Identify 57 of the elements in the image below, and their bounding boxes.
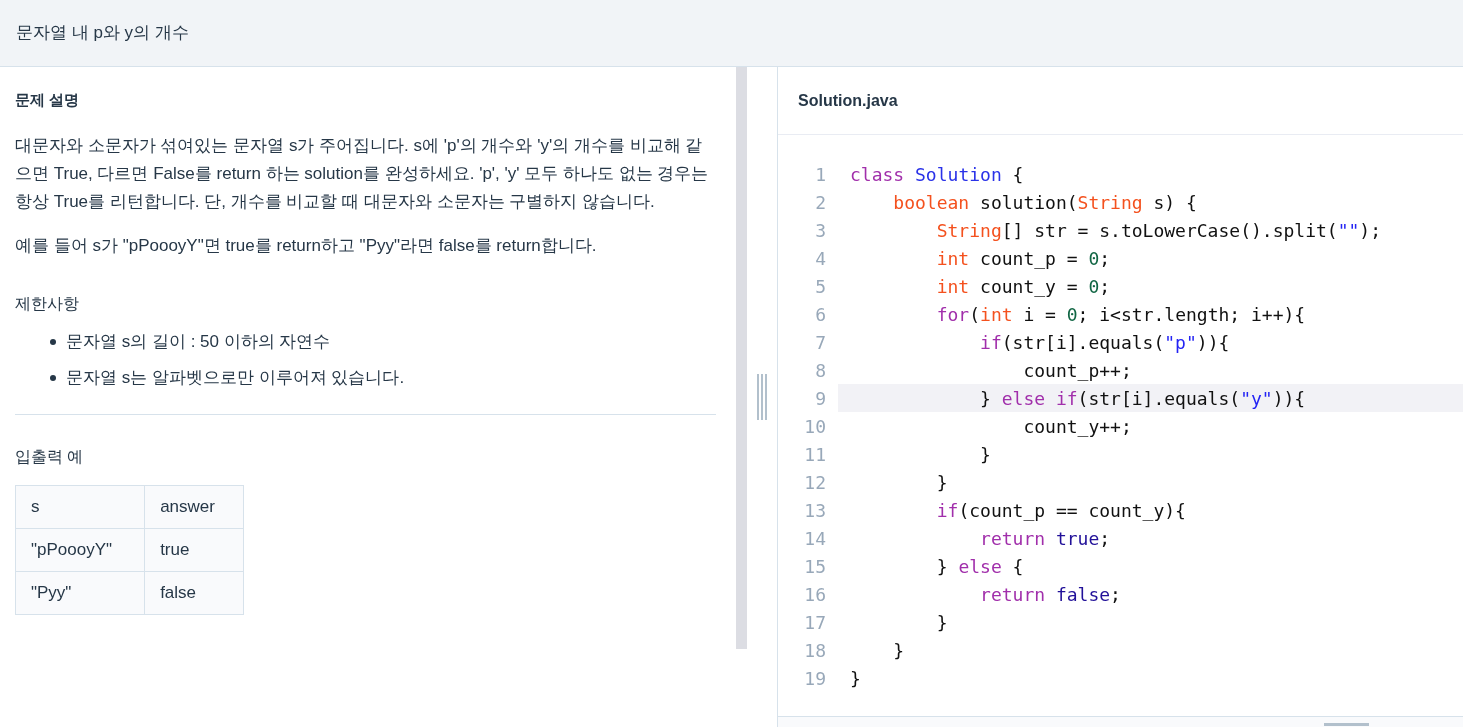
code-line: return false; <box>979 582 1122 607</box>
code-line: boolean solution(String s) { <box>892 190 1198 215</box>
line-number: 19 <box>803 666 826 691</box>
code-line: count_y++; <box>1022 414 1133 439</box>
code-line: int count_y = 0; <box>935 274 1112 299</box>
line-number: 16 <box>803 582 826 607</box>
page-title: 문자열 내 p와 y의 개수 <box>16 22 189 45</box>
line-number: 11 <box>803 442 826 467</box>
code-line: } <box>935 470 949 495</box>
bullet-icon <box>50 374 56 381</box>
section-heading: 입출력 예 <box>15 446 85 467</box>
table-cell: true <box>144 528 244 571</box>
line-number: 1 <box>814 162 826 187</box>
line-number: 6 <box>814 302 826 327</box>
line-number: 10 <box>803 414 826 439</box>
line-number: 12 <box>803 470 826 495</box>
line-number: 7 <box>814 330 826 355</box>
horizontal-scrollbar-thumb[interactable] <box>1324 723 1369 726</box>
line-number: 14 <box>803 526 826 551</box>
line-number: 18 <box>803 638 826 663</box>
code-line: } <box>892 638 906 663</box>
code-line: int count_p = 0; <box>935 246 1112 271</box>
table-header-cell: s <box>15 485 145 528</box>
code-line: count_p++; <box>1022 358 1133 383</box>
line-number: 15 <box>803 554 826 579</box>
table-cell: "Pyy" <box>15 571 145 614</box>
code-line: for(int i = 0; i<str.length; i++){ <box>935 302 1307 327</box>
code-line: class Solution { <box>849 162 1025 187</box>
description-paragraph: 대문자와 소문자가 섞여있는 문자열 s가 주어집니다. s에 'p'의 개수와 'y'의 개수를 비교해 같으면 True, 다르면 False를 return 하는 solution를 완성하세요. 'p', 'y' 모두 하나도 없는 경우는 항상 True를 리턴합니다. 단, 개수를 비교할 때 대문자와 소문자는 구별하지 않습니다. <box>15 134 710 213</box>
line-number: 17 <box>803 610 826 635</box>
description-paragraph: 예를 들어 s가 "pPoooyY"면 true를 return하고 "Pyy"라면 false를 return합니다. <box>15 234 598 257</box>
constraint-text: 문자열 s는 알파벳으로만 이루어져 있습니다. <box>66 366 405 389</box>
code-line: } else { <box>935 554 1025 579</box>
file-name[interactable]: Solution.java <box>798 88 898 113</box>
table-cell: "pPoooyY" <box>15 528 145 571</box>
table-header-cell: answer <box>144 485 244 528</box>
line-number: 3 <box>814 218 826 243</box>
constraint-text: 문자열 s의 길이 : 50 이하의 자연수 <box>66 330 331 353</box>
table-cell: false <box>144 571 244 614</box>
code-line: } <box>849 666 862 691</box>
code-line: String[] str = s.toLowerCase().split(""); <box>935 218 1383 243</box>
bullet-icon <box>50 338 56 345</box>
drag-handle-icon[interactable] <box>756 374 768 420</box>
code-line: if(str[i].equals("p")){ <box>979 330 1231 355</box>
code-line: return true; <box>979 526 1112 551</box>
code-line: } <box>979 442 992 467</box>
section-heading: 문제 설명 <box>15 90 81 110</box>
line-number: 13 <box>803 498 826 523</box>
code-line: } <box>935 610 949 635</box>
line-number: 8 <box>814 358 826 383</box>
line-number: 5 <box>814 274 826 299</box>
scrollbar-thumb[interactable] <box>736 67 747 649</box>
line-number: 9 <box>814 386 826 411</box>
line-number: 2 <box>814 190 826 215</box>
section-heading: 제한사항 <box>15 293 80 314</box>
code-line: if(count_p == count_y){ <box>935 498 1187 523</box>
line-number: 4 <box>814 246 826 271</box>
